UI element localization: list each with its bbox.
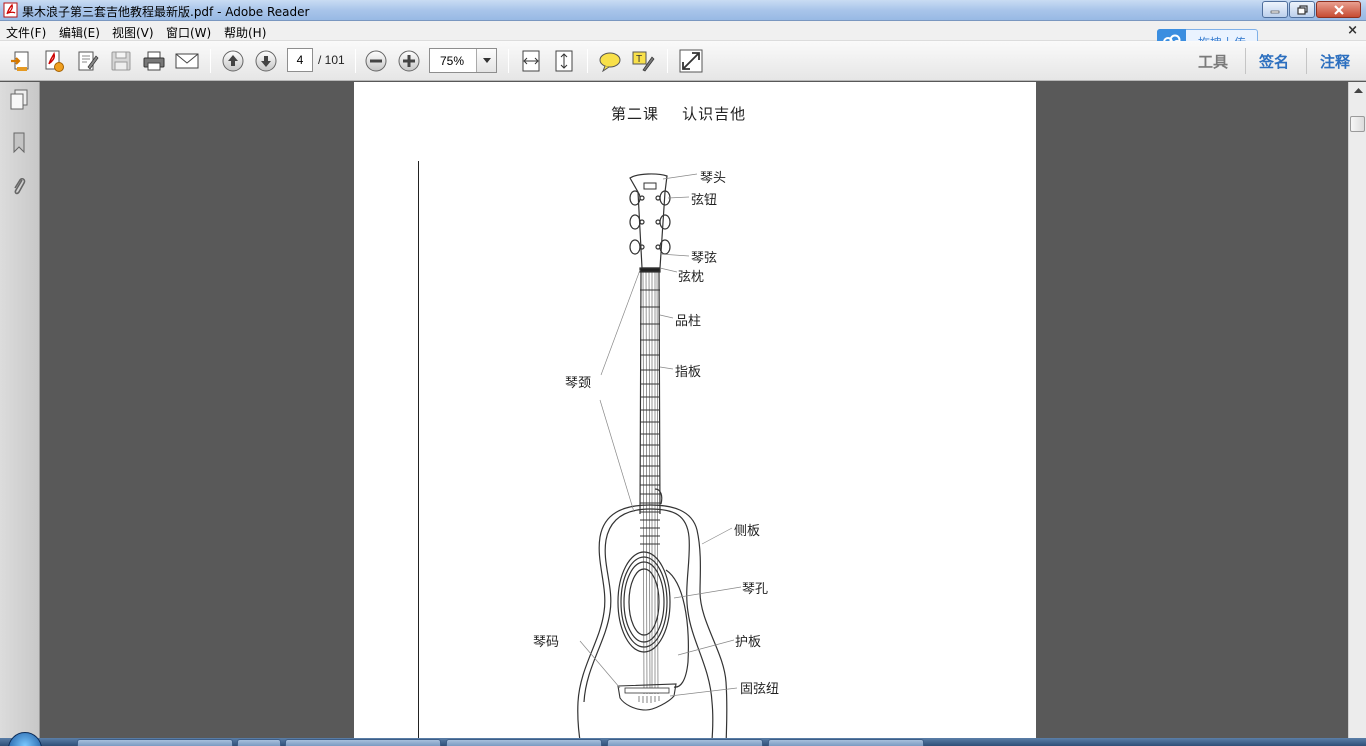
zoom-out-button[interactable] (363, 48, 389, 74)
vertical-scrollbar[interactable] (1348, 82, 1366, 746)
fit-width-button[interactable] (518, 48, 544, 74)
menu-file[interactable]: 文件(F) (6, 24, 46, 41)
restore-icon (1296, 4, 1308, 15)
document-close-icon[interactable]: × (1347, 23, 1358, 38)
sign-link[interactable]: 签名 (1259, 51, 1289, 72)
scroll-thumb[interactable] (1350, 116, 1365, 132)
taskbar-item[interactable] (446, 739, 602, 746)
comment-link[interactable]: 注释 (1320, 51, 1350, 72)
full-screen-button[interactable] (678, 48, 704, 74)
add-comment-button[interactable] (597, 48, 623, 74)
arrow-up-icon (222, 50, 244, 72)
label-side: 侧板 (734, 524, 761, 539)
comment-bubble-icon (599, 52, 621, 72)
chevron-down-icon[interactable] (476, 49, 496, 72)
toolbar-separator (1245, 48, 1246, 74)
highlight-text-button[interactable]: T (630, 48, 656, 74)
fit-page-icon (555, 50, 573, 72)
zoom-out-icon (365, 50, 387, 72)
navigation-pane (0, 82, 40, 746)
close-icon (1333, 4, 1344, 15)
create-pdf-icon (45, 50, 64, 72)
page-thumbnails-icon[interactable] (8, 88, 30, 112)
label-neck: 琴颈 (565, 376, 592, 391)
label-frets: 品柱 (675, 314, 702, 329)
label-tuning-pegs: 弦钮 (691, 193, 718, 208)
toolbar-separator (1306, 48, 1307, 74)
taskbar-item[interactable] (607, 739, 763, 746)
label-bridge-pins: 固弦纽 (740, 682, 780, 697)
close-button[interactable] (1316, 1, 1361, 18)
toolbar: T (0, 41, 1366, 81)
toolbar-separator (508, 49, 509, 73)
print-button[interactable] (141, 48, 167, 74)
toolbar-separator (355, 49, 356, 73)
label-bridge: 琴码 (533, 635, 560, 650)
label-fingerboard: 指板 (675, 365, 702, 380)
page-number-input[interactable] (287, 48, 313, 72)
bookmark-icon[interactable] (8, 131, 30, 155)
restore-button[interactable] (1289, 1, 1315, 18)
adobe-reader-icon (3, 2, 18, 18)
nut (639, 267, 661, 273)
zoom-select[interactable]: 75% (429, 48, 497, 73)
save-icon (111, 51, 131, 71)
printer-icon (143, 51, 165, 71)
body-side (649, 504, 728, 746)
next-page-button[interactable] (253, 48, 279, 74)
email-button[interactable] (174, 48, 200, 74)
expand-icon (679, 49, 703, 73)
toolbar-separator (667, 49, 668, 73)
open-file-icon (11, 51, 29, 71)
zoom-in-icon (398, 50, 420, 72)
edit-document-icon (78, 51, 99, 71)
scroll-up-icon[interactable] (1350, 82, 1366, 99)
save-button[interactable] (108, 48, 134, 74)
previous-page-button[interactable] (220, 48, 246, 74)
label-pickguard: 护板 (735, 635, 762, 650)
menu-view[interactable]: 视图(V) (112, 24, 154, 41)
label-strings: 琴弦 (691, 251, 718, 266)
toolbar-separator (587, 49, 588, 73)
window-title: 果木浪子第三套吉他教程最新版.pdf - Adobe Reader (22, 5, 310, 19)
envelope-icon (175, 53, 199, 69)
tools-link[interactable]: 工具 (1198, 51, 1228, 72)
arrow-down-icon (255, 50, 277, 72)
pdf-page: 第二课 认识吉他 琴头 弦钮 琴弦 弦枕 品柱 指板 琴颈 侧板 琴孔 护板 琴… (354, 82, 1036, 746)
taskbar-item[interactable] (77, 739, 233, 746)
title-bar: 果木浪子第三套吉他教程最新版.pdf - Adobe Reader (0, 0, 1366, 21)
toolbar-separator (210, 49, 211, 73)
label-soundhole: 琴孔 (742, 582, 769, 597)
fit-width-icon (522, 50, 540, 72)
zoom-in-button[interactable] (396, 48, 422, 74)
svg-text:T: T (636, 54, 642, 65)
create-pdf-button[interactable] (41, 48, 67, 74)
taskbar-item[interactable] (285, 739, 441, 746)
label-nut: 弦枕 (678, 270, 705, 285)
minimize-button[interactable] (1262, 1, 1288, 18)
attachment-paperclip-icon[interactable] (8, 174, 30, 198)
menu-window[interactable]: 窗口(W) (166, 24, 211, 41)
menu-help[interactable]: 帮助(H) (224, 24, 266, 41)
document-viewport[interactable]: 第二课 认识吉他 琴头 弦钮 琴弦 弦枕 品柱 指板 琴颈 侧板 琴孔 护板 琴… (41, 82, 1348, 746)
guitar-diagram (577, 173, 742, 746)
highlighter-icon: T (632, 51, 655, 72)
label-headstock: 琴头 (700, 171, 727, 186)
edit-pdf-button[interactable] (75, 48, 101, 74)
minimize-icon (1270, 10, 1280, 13)
menu-edit[interactable]: 编辑(E) (59, 24, 100, 41)
fit-page-button[interactable] (551, 48, 577, 74)
taskbar-item[interactable] (237, 739, 281, 746)
zoom-value: 75% (440, 54, 465, 68)
page-total: / 101 (318, 53, 345, 67)
open-file-button[interactable] (8, 48, 34, 74)
taskbar-item[interactable] (768, 739, 924, 746)
